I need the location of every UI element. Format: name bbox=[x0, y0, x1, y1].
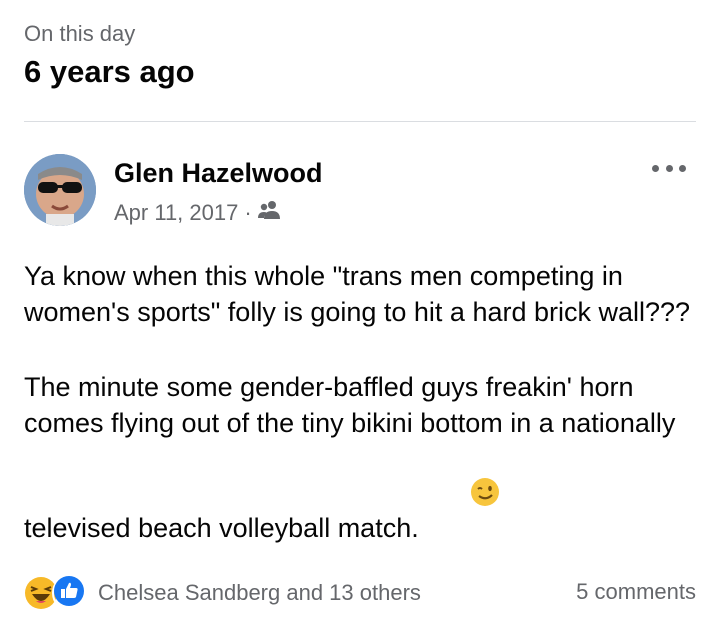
avatar-image bbox=[24, 154, 96, 226]
memory-kicker: On this day bbox=[24, 21, 136, 46]
reactions-text[interactable]: Chelsea Sandberg and 13 others bbox=[98, 580, 421, 606]
divider bbox=[24, 121, 696, 122]
post-footer: Chelsea Sandberg and 13 others 5 comment… bbox=[24, 574, 696, 612]
meta-separator: · bbox=[244, 200, 252, 225]
like-reaction-icon bbox=[52, 574, 90, 612]
friends-icon[interactable] bbox=[257, 200, 280, 226]
post-meta: Apr 11, 2017 · bbox=[114, 200, 280, 226]
post-header: Glen Hazelwood Apr 11, 2017 · bbox=[24, 148, 696, 232]
memory-headline: 6 years ago bbox=[24, 54, 195, 89]
memory-header: On this day 6 years ago bbox=[24, 20, 195, 92]
post-paragraph-1: Ya know when this whole "trans men compe… bbox=[24, 261, 691, 327]
more-options-icon[interactable] bbox=[652, 158, 686, 178]
avatar[interactable] bbox=[24, 154, 96, 226]
post-paragraph-2: The minute some gender-baffled guys frea… bbox=[24, 372, 683, 543]
reactions-summary[interactable]: Chelsea Sandberg and 13 others bbox=[24, 574, 421, 612]
winking-face-emoji bbox=[425, 441, 500, 552]
author-name[interactable]: Glen Hazelwood bbox=[114, 158, 323, 189]
post-date[interactable]: Apr 11, 2017 bbox=[114, 200, 238, 226]
post-body: Ya know when this whole "trans men compe… bbox=[24, 258, 704, 552]
comments-count[interactable]: 5 comments bbox=[576, 579, 696, 605]
